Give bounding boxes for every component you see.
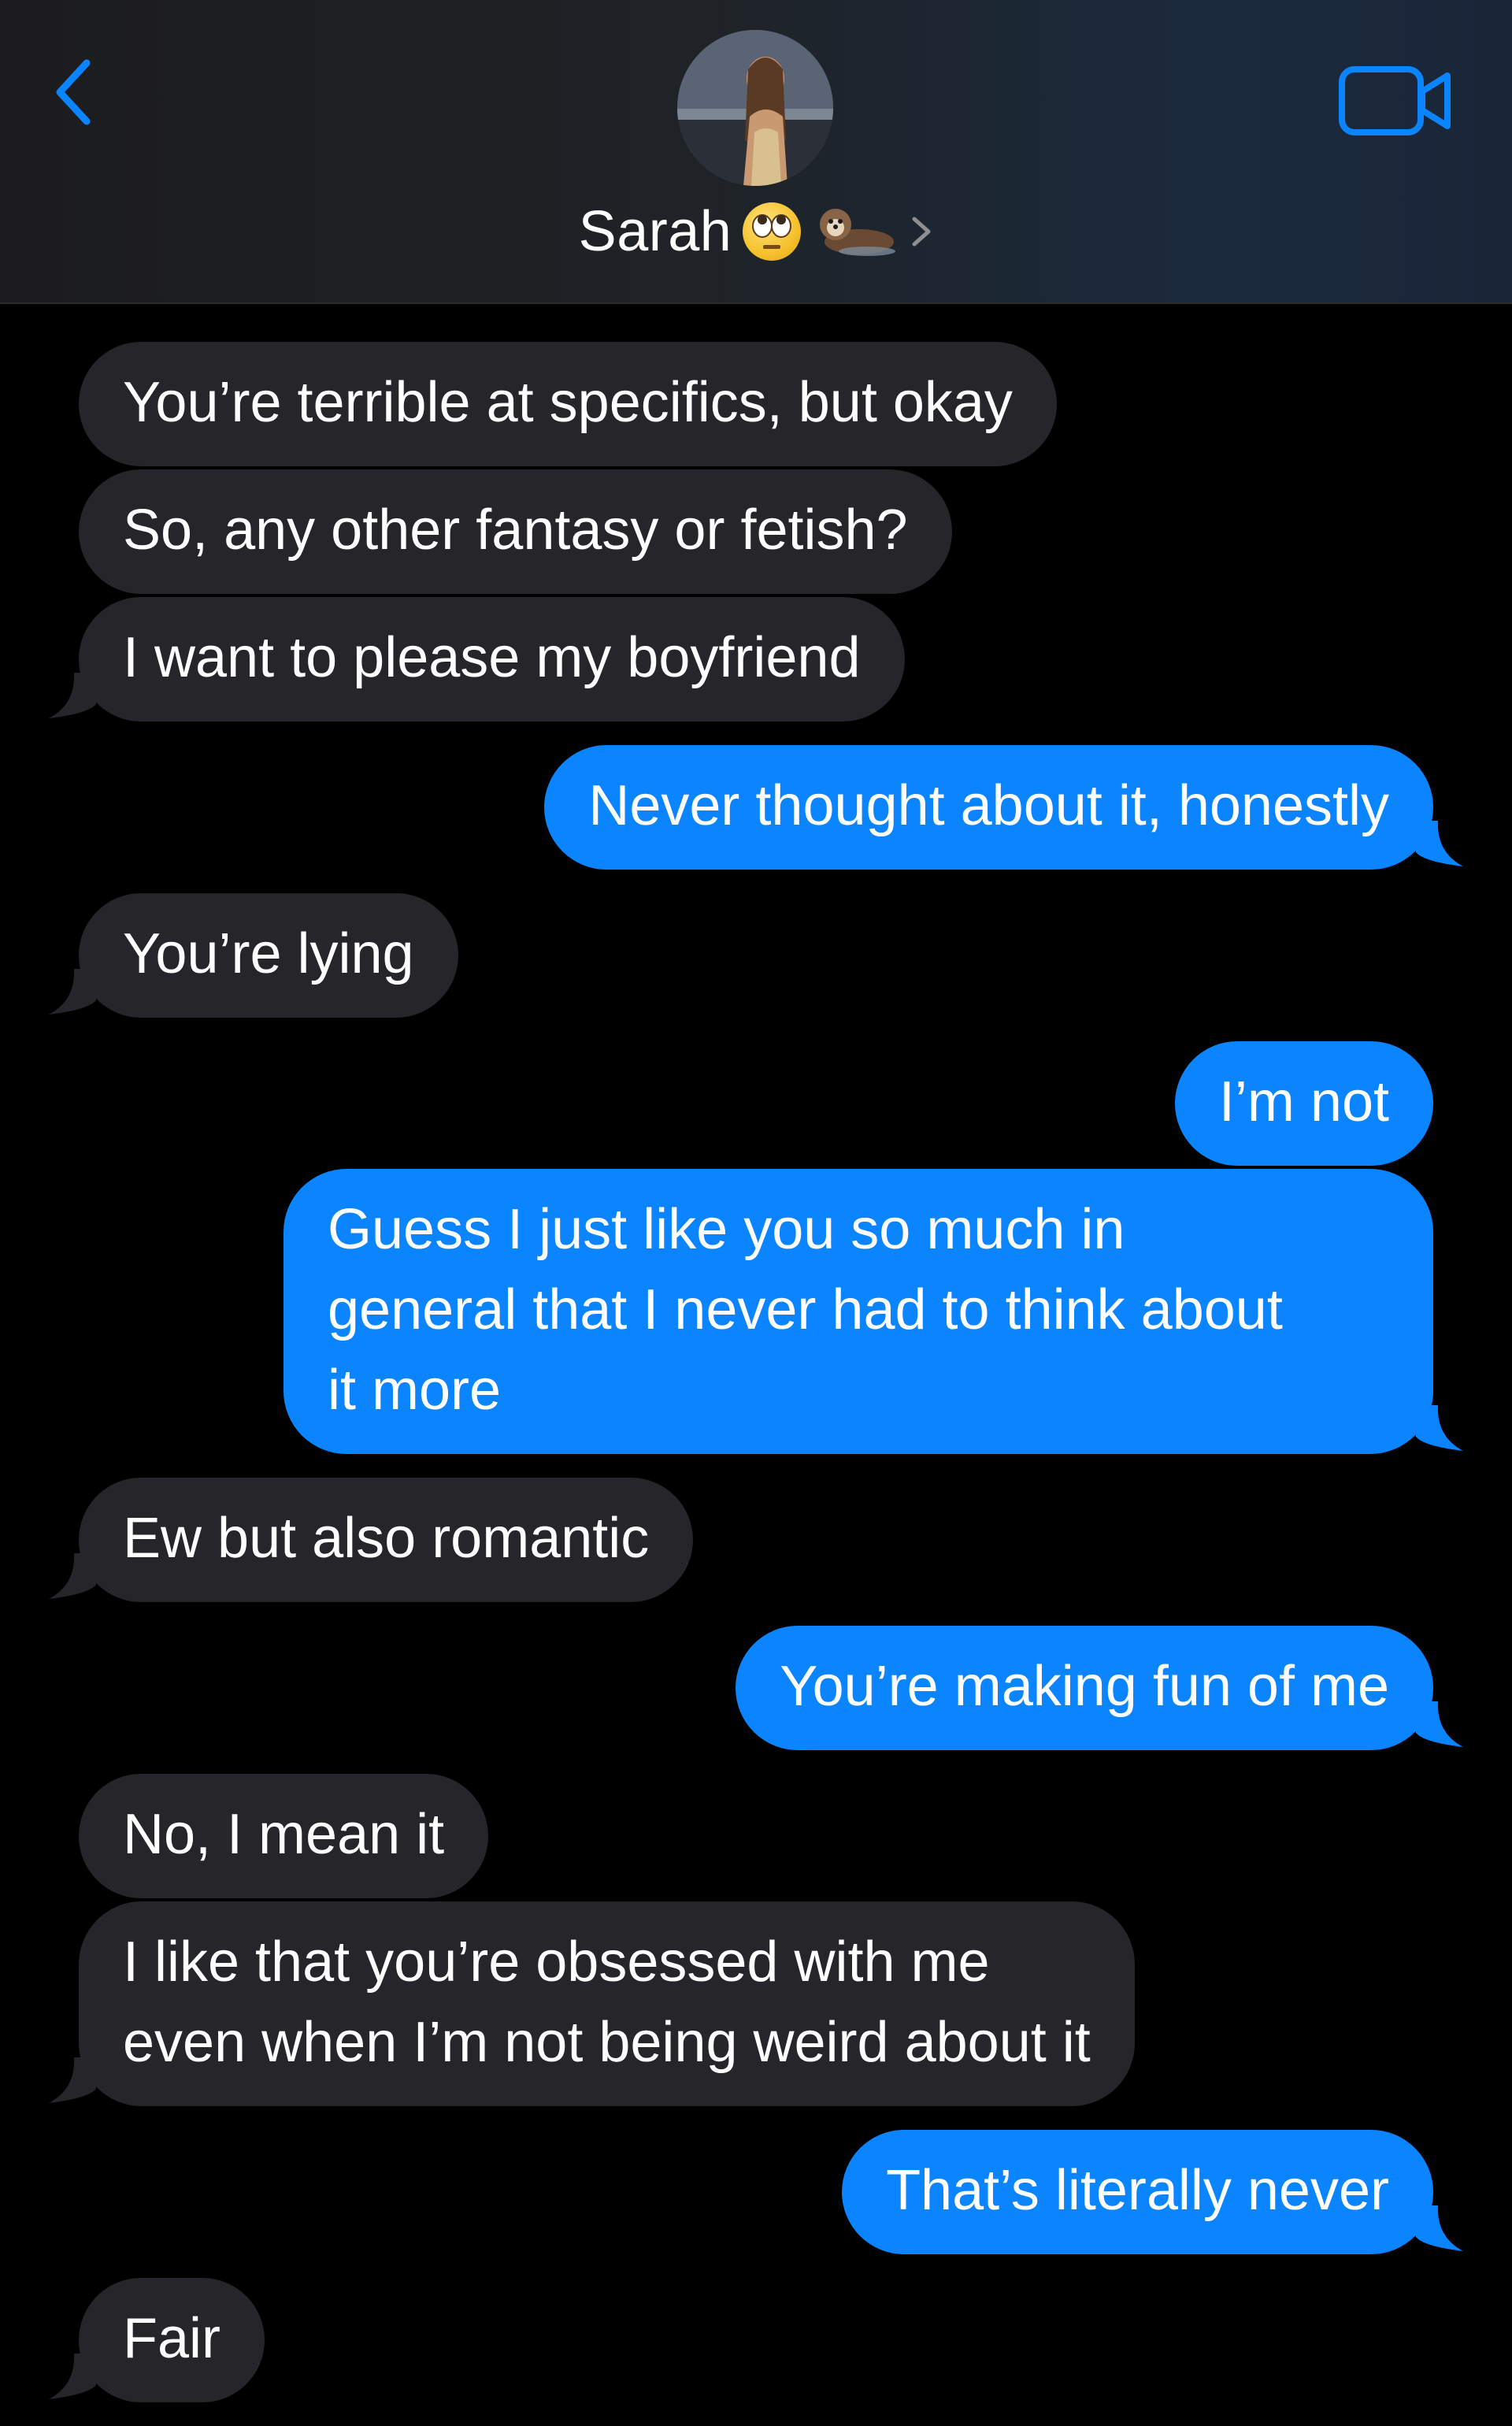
message-bubble-received[interactable]: I like that you’re obsessed with me even… [79,1901,1135,2106]
message-bubble-sent[interactable]: Never thought about it, honestly [544,745,1433,870]
message-thread[interactable]: You’re terrible at specifics, but okay S… [0,302,1512,2426]
bubble-tail [49,673,96,718]
contact-name: Sarah [578,200,732,263]
message-bubble-received[interactable]: Fair [79,2278,265,2402]
contact-avatar[interactable] [677,30,833,186]
message-bubble-received[interactable]: So, any other fantasy or fetish? [79,469,952,594]
bubble-tail [1416,821,1463,866]
message-bubble-received[interactable]: I want to please my boyfriend [79,597,905,721]
avatar-photo [677,30,833,186]
back-button[interactable] [46,49,109,135]
bubble-tail [1416,1701,1463,1747]
message-bubble-received[interactable]: No, I mean it [79,1774,489,1898]
chevron-left-icon [56,59,91,125]
face-with-rolling-eyes-emoji [743,202,802,261]
facetime-video-button[interactable] [1337,63,1454,139]
contact-name-button[interactable]: Sarah [0,192,1512,271]
bubble-tail [49,2354,96,2399]
conversation-header: Sarah [0,0,1512,304]
message-bubble-sent[interactable]: I’m not [1174,1041,1433,1166]
bubble-tail [1416,1405,1463,1451]
otter-emoji [812,202,899,261]
bubble-tail [49,2057,96,2103]
video-camera-icon [1339,66,1451,135]
message-bubble-received[interactable]: Ew but also romantic [79,1478,694,1602]
message-bubble-received[interactable]: You’re lying [79,893,458,1018]
bubble-tail [49,1553,96,1599]
message-bubble-sent[interactable]: You’re making fun of me [736,1626,1433,1750]
message-bubble-sent[interactable]: Guess I just like you so much in general… [284,1169,1433,1454]
message-bubble-received[interactable]: You’re terrible at specifics, but okay [79,342,1057,466]
chevron-right-icon [912,217,931,247]
bubble-tail [49,969,96,1015]
bubble-tail [1416,2205,1463,2251]
message-bubble-sent[interactable]: That’s literally never [842,2130,1433,2254]
